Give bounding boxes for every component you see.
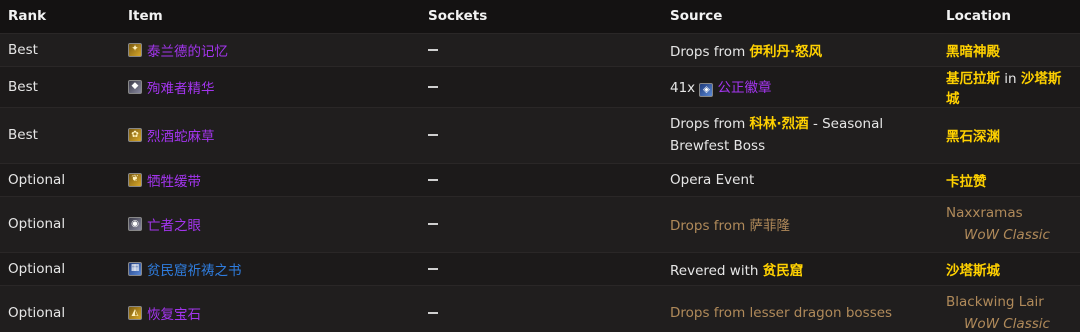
source-text: Drops from [670, 116, 750, 132]
source-text: Drops from [670, 218, 750, 234]
table-row: Best ✦ 泰兰德的记忆 Drops from 伊利丹·怒风 黑暗神殿 [0, 32, 1080, 66]
rank-cell: Best [0, 32, 120, 66]
source-cell: Opera Event [662, 162, 938, 196]
source-text: 41x [670, 79, 700, 96]
rank-cell: Best [0, 65, 120, 107]
no-sockets-dash [428, 134, 438, 136]
table-row: Best ◆ 殉难者精华 41x ◈ 公正徽章 基厄拉斯 in 沙塔斯城 [0, 65, 1080, 107]
no-sockets-dash [428, 223, 438, 225]
no-sockets-dash [428, 85, 438, 88]
source-link[interactable]: 科林·烈酒 [750, 116, 809, 132]
item-link[interactable]: 烈酒蛇麻草 [147, 125, 215, 145]
source-link[interactable]: 公正徽章 [717, 80, 771, 96]
table-row: Optional ◉ 亡者之眼 Drops from 萨菲隆 Naxxramas… [0, 195, 1080, 252]
location-in-text: in [1000, 70, 1021, 87]
header-rank[interactable]: Rank [0, 0, 120, 33]
location-link[interactable]: Blackwing Lair [946, 291, 1072, 313]
trinket-table: Rank Item Sockets Source Location Best ✦… [0, 0, 1080, 332]
sockets-cell [420, 32, 662, 66]
sockets-cell [420, 106, 662, 163]
table-header-row: Rank Item Sockets Source Location [0, 0, 1080, 33]
location-cell: 沙塔斯城 [938, 251, 1080, 285]
item-cell: ◭ 恢复宝石 [120, 284, 420, 332]
location-link[interactable]: 卡拉赞 [946, 174, 987, 190]
sockets-cell [420, 251, 662, 285]
item-link[interactable]: 贫民窟祈祷之书 [147, 259, 242, 279]
location-link[interactable]: 基厄拉斯 [946, 71, 1000, 87]
sockets-cell [420, 162, 662, 196]
location-sub-label: WoW Classic [964, 316, 1050, 332]
sockets-cell [420, 284, 662, 332]
item-cell: ✿ 烈酒蛇麻草 [120, 106, 420, 163]
no-sockets-dash [428, 312, 438, 315]
location-cell: Blackwing Lair WoW Classic [938, 284, 1080, 332]
source-link[interactable]: 贫民窟 [763, 263, 804, 279]
table-row: Optional ◭ 恢复宝石 Drops from lesser dragon… [0, 284, 1080, 332]
location-link[interactable]: 黑暗神殿 [946, 44, 1000, 60]
item-link[interactable]: 殉难者精华 [147, 77, 215, 97]
location-link[interactable]: 黑石深渊 [946, 129, 1000, 145]
header-sockets[interactable]: Sockets [420, 0, 662, 33]
item-cell: ▦ 贫民窟祈祷之书 [120, 251, 420, 285]
location-link[interactable]: 沙塔斯城 [946, 263, 1000, 279]
source-cell: 41x ◈ 公正徽章 [662, 65, 938, 107]
source-suffix: - Seasonal [808, 116, 884, 132]
gold-trinket-icon[interactable]: ❦ [128, 172, 142, 187]
rank-cell: Optional [0, 251, 120, 285]
blue-trinket-icon[interactable]: ▦ [128, 261, 142, 276]
location-cell: 卡拉赞 [938, 162, 1080, 196]
location-cell: 黑石深渊 [938, 106, 1080, 163]
item-cell: ✦ 泰兰德的记忆 [120, 32, 420, 66]
header-source[interactable]: Source [662, 0, 938, 33]
source-cell: Drops from 萨菲隆 [662, 195, 938, 252]
badge-of-justice-icon: ◈ [699, 83, 714, 98]
item-link[interactable]: 牺牲缓带 [147, 170, 201, 190]
rank-cell: Optional [0, 195, 120, 252]
item-link[interactable]: 亡者之眼 [147, 214, 201, 234]
item-cell: ❦ 牺牲缓带 [120, 162, 420, 196]
source-link[interactable]: 伊利丹·怒风 [750, 44, 823, 60]
source-cell: Drops from 科林·烈酒 - Seasonal Brewfest Bos… [662, 106, 938, 163]
gray-trinket-icon[interactable]: ◉ [128, 217, 142, 231]
source-text: Drops from [670, 43, 750, 60]
rank-cell: Optional [0, 162, 120, 196]
source-cell: Revered with 贫民窟 [662, 251, 938, 285]
source-line2: Brewfest Boss [670, 138, 766, 154]
sockets-cell [420, 195, 662, 252]
gold-trinket-icon[interactable]: ✦ [128, 42, 142, 57]
source-cell: Drops from 伊利丹·怒风 [662, 32, 938, 66]
source-text: Revered with [670, 262, 763, 279]
item-link[interactable]: 恢复宝石 [147, 303, 201, 323]
source-cell: Drops from lesser dragon bosses [662, 284, 938, 332]
source-link[interactable]: 萨菲隆 [750, 218, 791, 234]
table-row: Optional ▦ 贫民窟祈祷之书 Revered with 贫民窟 沙塔斯城 [0, 251, 1080, 285]
location-cell: Naxxramas WoW Classic [938, 195, 1080, 252]
item-cell: ◆ 殉难者精华 [120, 65, 420, 107]
rank-cell: Optional [0, 284, 120, 332]
no-sockets-dash [428, 178, 438, 181]
no-sockets-dash [428, 267, 438, 270]
sockets-cell [420, 65, 662, 107]
location-cell: 基厄拉斯 in 沙塔斯城 [938, 65, 1080, 107]
item-link[interactable]: 泰兰德的记忆 [147, 40, 228, 60]
source-text: Drops from lesser dragon bosses [670, 305, 893, 322]
no-sockets-dash [428, 48, 438, 51]
gray-trinket-icon[interactable]: ◆ [128, 79, 142, 94]
item-cell: ◉ 亡者之眼 [120, 195, 420, 252]
location-sub-label: WoW Classic [964, 227, 1050, 243]
gold-trinket-icon[interactable]: ✿ [128, 128, 142, 142]
rank-cell: Best [0, 106, 120, 163]
table-row: Optional ❦ 牺牲缓带 Opera Event 卡拉赞 [0, 162, 1080, 196]
header-item[interactable]: Item [120, 0, 420, 33]
header-location[interactable]: Location [938, 0, 1080, 33]
table-row: Best ✿ 烈酒蛇麻草 Drops from 科林·烈酒 - Seasonal… [0, 106, 1080, 163]
gold-trinket-icon[interactable]: ◭ [128, 306, 142, 321]
location-link[interactable]: Naxxramas [946, 202, 1072, 224]
location-cell: 黑暗神殿 [938, 32, 1080, 66]
